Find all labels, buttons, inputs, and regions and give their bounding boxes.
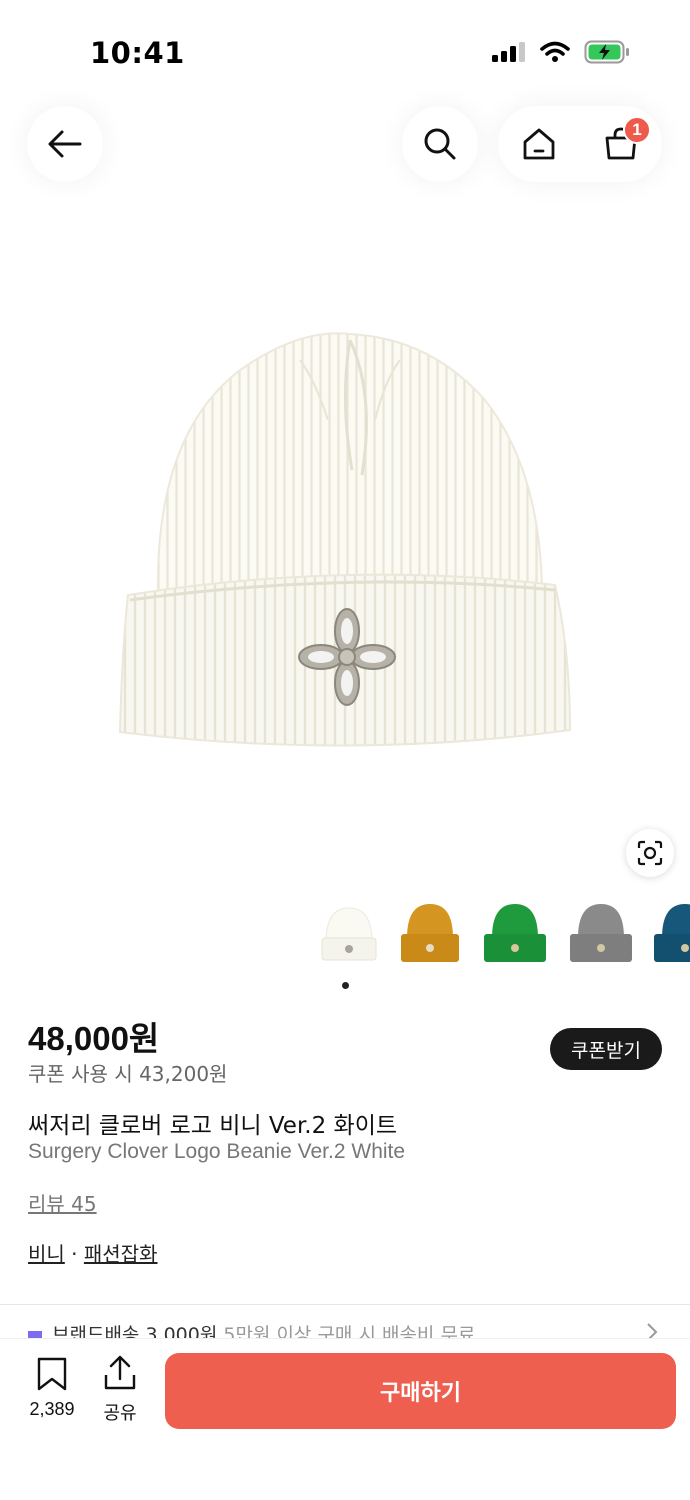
thumbnail-mustard[interactable]	[395, 900, 465, 975]
category-breadcrumb: 비니 · 패션잡화	[28, 1238, 158, 1267]
search-button[interactable]	[402, 106, 478, 182]
home-icon	[523, 128, 555, 160]
buy-button[interactable]: 구매하기	[165, 1353, 676, 1429]
carousel-dot	[342, 982, 349, 989]
wifi-icon	[540, 41, 570, 62]
cart-badge: 1	[623, 116, 651, 144]
home-button[interactable]	[521, 126, 557, 162]
signal-icon	[492, 42, 525, 62]
visual-search-button[interactable]	[626, 829, 674, 877]
bookmark-button[interactable]: 2,389	[20, 1357, 84, 1420]
search-icon	[424, 128, 456, 160]
share-label: 공유	[103, 1403, 137, 1424]
battery-icon	[584, 40, 629, 64]
color-thumbnails	[310, 900, 690, 975]
camera-scan-icon	[637, 840, 663, 866]
header-actions: 1	[498, 106, 662, 182]
share-button[interactable]: 공유	[96, 1355, 144, 1425]
status-icons	[492, 40, 630, 64]
product-name-ko: 써저리 클로버 로고 비니 Ver.2 화이트	[28, 1113, 398, 1139]
product-image[interactable]	[100, 320, 590, 770]
product-price: 48,000원	[28, 1020, 160, 1057]
arrow-left-icon	[48, 130, 82, 158]
coupon-button[interactable]: 쿠폰받기	[550, 1028, 662, 1070]
bookmark-count: 2,389	[29, 1399, 75, 1419]
thumbnail-white[interactable]	[314, 900, 384, 975]
thumbnail-green[interactable]	[480, 900, 550, 975]
cart-button[interactable]: 1	[603, 116, 651, 162]
thumbnail-gray[interactable]	[566, 900, 636, 975]
category-link-beanie[interactable]: 비니	[28, 1242, 65, 1266]
status-bar: 10:41	[0, 0, 690, 100]
share-icon	[104, 1355, 136, 1390]
review-link[interactable]: 리뷰 45	[28, 1188, 97, 1217]
back-button[interactable]	[27, 106, 103, 182]
product-name-en: Surgery Clover Logo Beanie Ver.2 White	[28, 1140, 406, 1163]
thumbnail-navy[interactable]	[650, 900, 690, 975]
bottom-action-bar: 2,389 공유 구매하기	[0, 1338, 690, 1500]
section-divider	[0, 1304, 690, 1305]
coupon-price: 쿠폰 사용 시 43,200원	[28, 1062, 228, 1086]
bookmark-icon	[37, 1357, 67, 1391]
category-link-accessories[interactable]: 패션잡화	[84, 1242, 158, 1266]
category-separator: ·	[64, 1242, 84, 1266]
status-time: 10:41	[90, 36, 185, 70]
